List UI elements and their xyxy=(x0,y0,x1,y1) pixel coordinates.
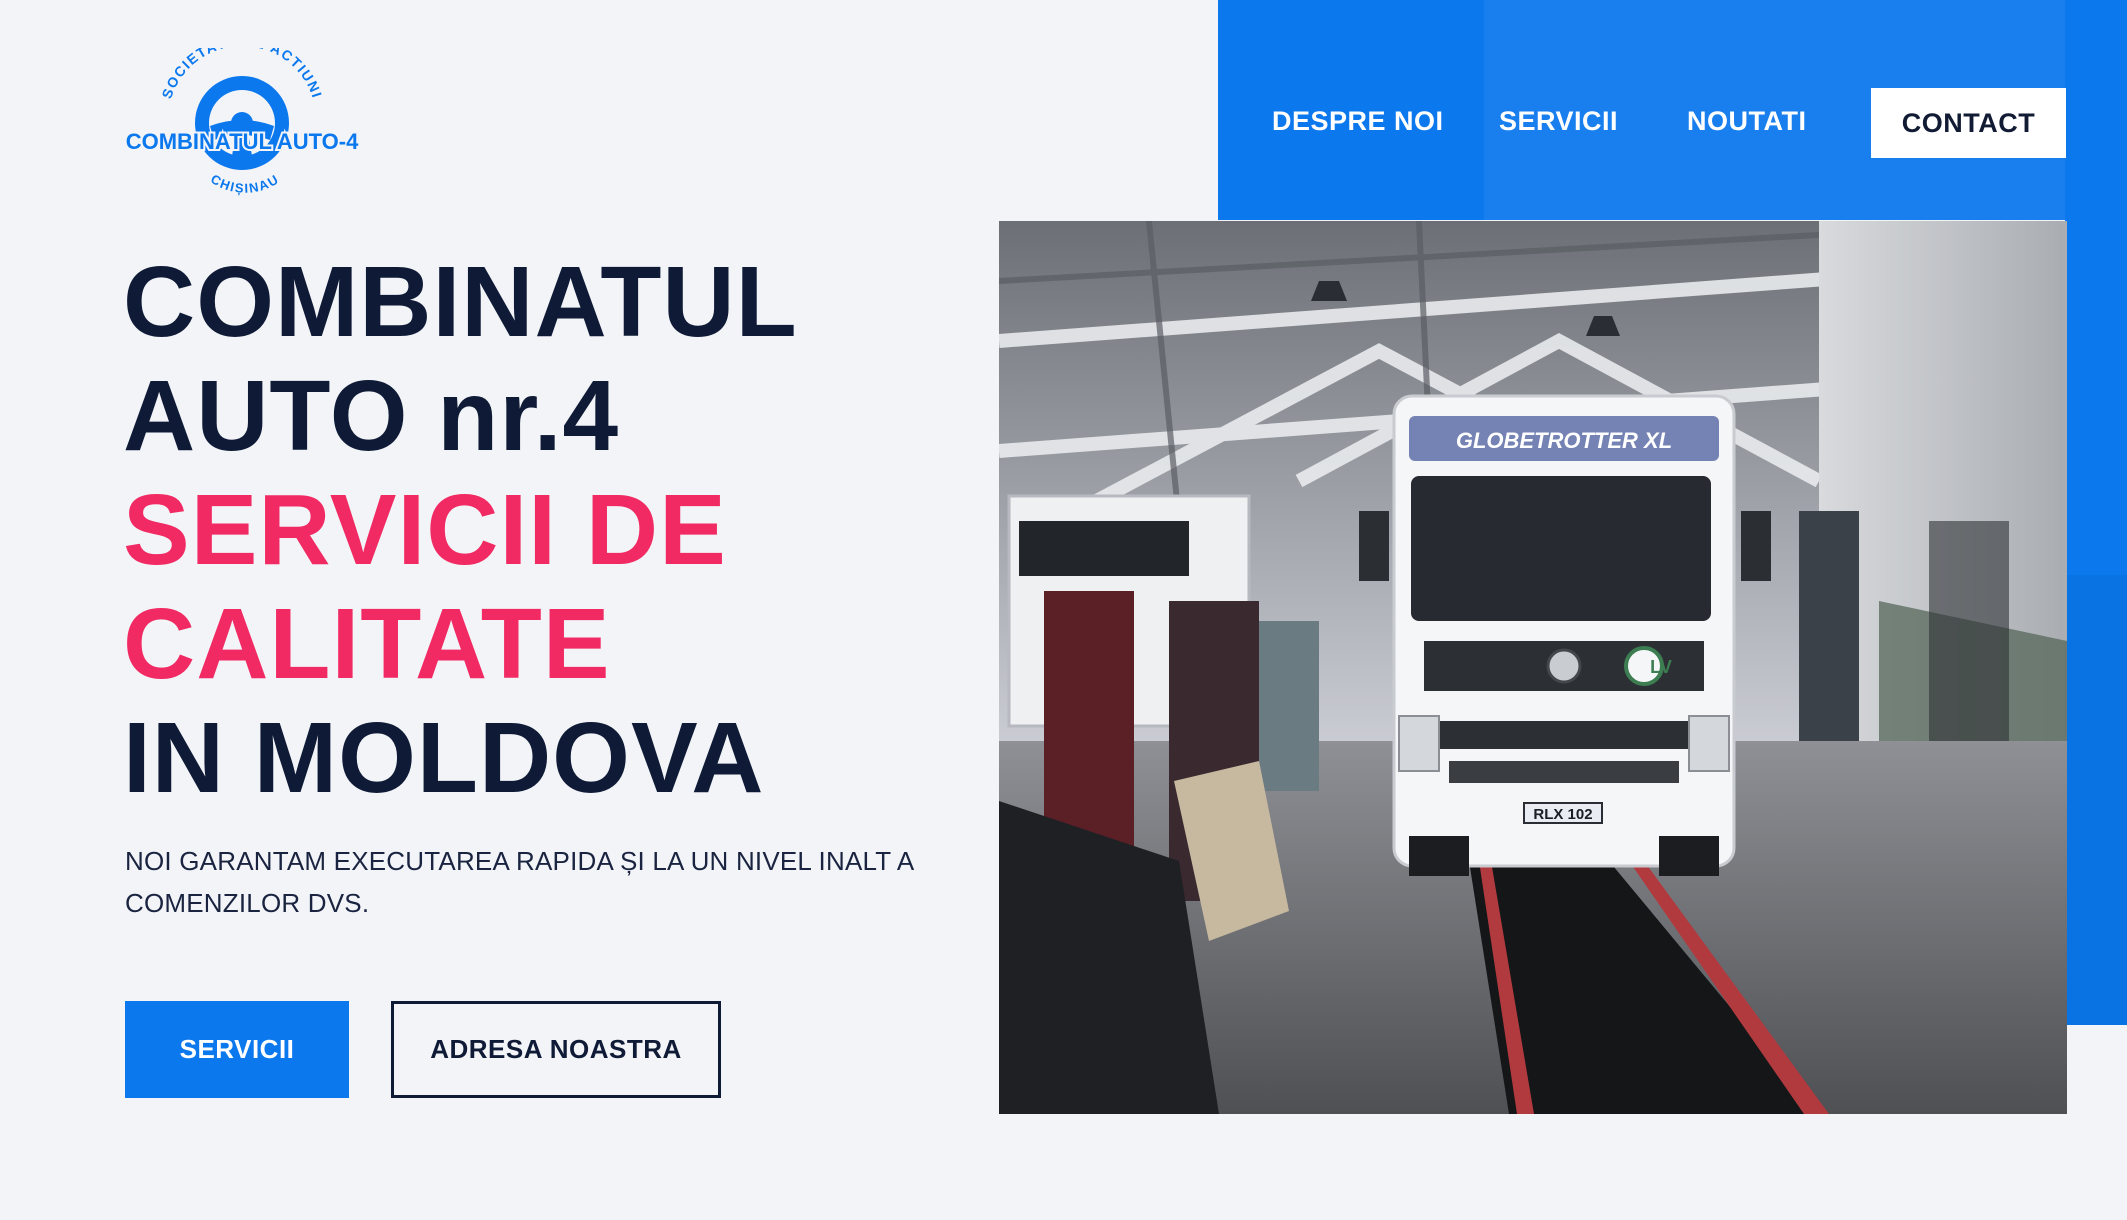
main-navigation: DESPRE NOI SERVICII NOUTATI CONTACT xyxy=(0,88,2127,158)
hero-accent-line-1: SERVICII DE xyxy=(123,474,727,586)
servicii-button[interactable]: SERVICII xyxy=(125,1001,349,1098)
nav-contact-button[interactable]: CONTACT xyxy=(1871,88,2066,158)
nav-despre-noi[interactable]: DESPRE NOI xyxy=(1272,106,1444,137)
nav-servicii[interactable]: SERVICII xyxy=(1499,106,1618,137)
hero-title-line-3: IN MOLDOVA xyxy=(123,702,765,814)
truck-badge-text: LV xyxy=(1650,657,1672,677)
truck-visor-text: GLOBETROTTER XL xyxy=(1456,428,1672,453)
adresa-noastra-button[interactable]: ADRESA NOASTRA xyxy=(391,1001,721,1098)
logo-arc-bottom: CHIȘINAU xyxy=(208,171,280,196)
nav-noutati[interactable]: NOUTATI xyxy=(1687,106,1806,137)
garage-scene: GLOBETROTTER XL LV RLX 102 xyxy=(999,221,2067,1114)
garage-truck-photo: GLOBETROTTER XL LV RLX 102 xyxy=(999,221,2067,1114)
hero-title-line-1: COMBINATUL xyxy=(123,246,798,358)
hero-title-line-2: AUTO nr.4 xyxy=(123,360,620,472)
truck: GLOBETROTTER XL LV RLX 102 xyxy=(1359,394,1771,876)
license-plate: RLX 102 xyxy=(1533,806,1592,823)
hero-title: COMBINATUL AUTO nr.4 SERVICII DE CALITAT… xyxy=(123,245,963,815)
svg-text:CHIȘINAU: CHIȘINAU xyxy=(208,171,282,196)
hero-subtitle: NOI GARANTAM EXECUTAREA RAPIDA ȘI LA UN … xyxy=(125,846,913,918)
hero-accent-line-2: CALITATE xyxy=(123,588,611,700)
